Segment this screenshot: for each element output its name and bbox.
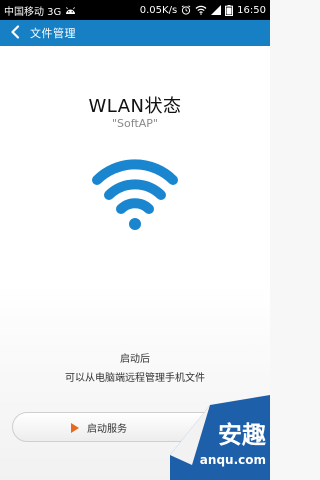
- wifi-icon: [85, 136, 185, 236]
- page-title: 文件管理: [30, 27, 76, 40]
- chevron-left-icon: [10, 24, 20, 43]
- signal-icon: [211, 5, 222, 15]
- network-speed: 0.05K/s: [139, 4, 178, 16]
- start-button-content: 启动服务: [71, 413, 127, 441]
- watermark-brand: 安趣: [218, 421, 266, 449]
- wlan-status-title: WLAN状态: [88, 96, 182, 117]
- clock-time: 16:50: [237, 4, 266, 16]
- alarm-icon: [181, 5, 191, 15]
- start-service-label: 启动服务: [87, 423, 127, 435]
- status-right: 0.05K/s 16:50: [139, 4, 266, 16]
- title-bar: 文件管理: [0, 20, 270, 46]
- back-button[interactable]: [6, 22, 24, 44]
- watermark-logo: 安趣 anqu.com: [170, 395, 270, 480]
- watermark-site: anqu.com: [199, 453, 266, 467]
- status-bar: 中国移动 3G 0.05K/s 16:50: [0, 0, 270, 20]
- wlan-mode-label: "SoftAP": [112, 117, 158, 130]
- android-icon: [65, 6, 76, 15]
- play-icon: [71, 418, 79, 437]
- hint-text-line2: 可以从电脑端远程管理手机文件: [65, 373, 205, 384]
- carrier-label: 中国移动 3G: [4, 6, 62, 18]
- status-left: 中国移动 3G: [4, 3, 76, 18]
- wifi-icon: [195, 5, 207, 15]
- battery-icon: [225, 4, 234, 16]
- hint-text-line1: 启动后: [120, 354, 150, 365]
